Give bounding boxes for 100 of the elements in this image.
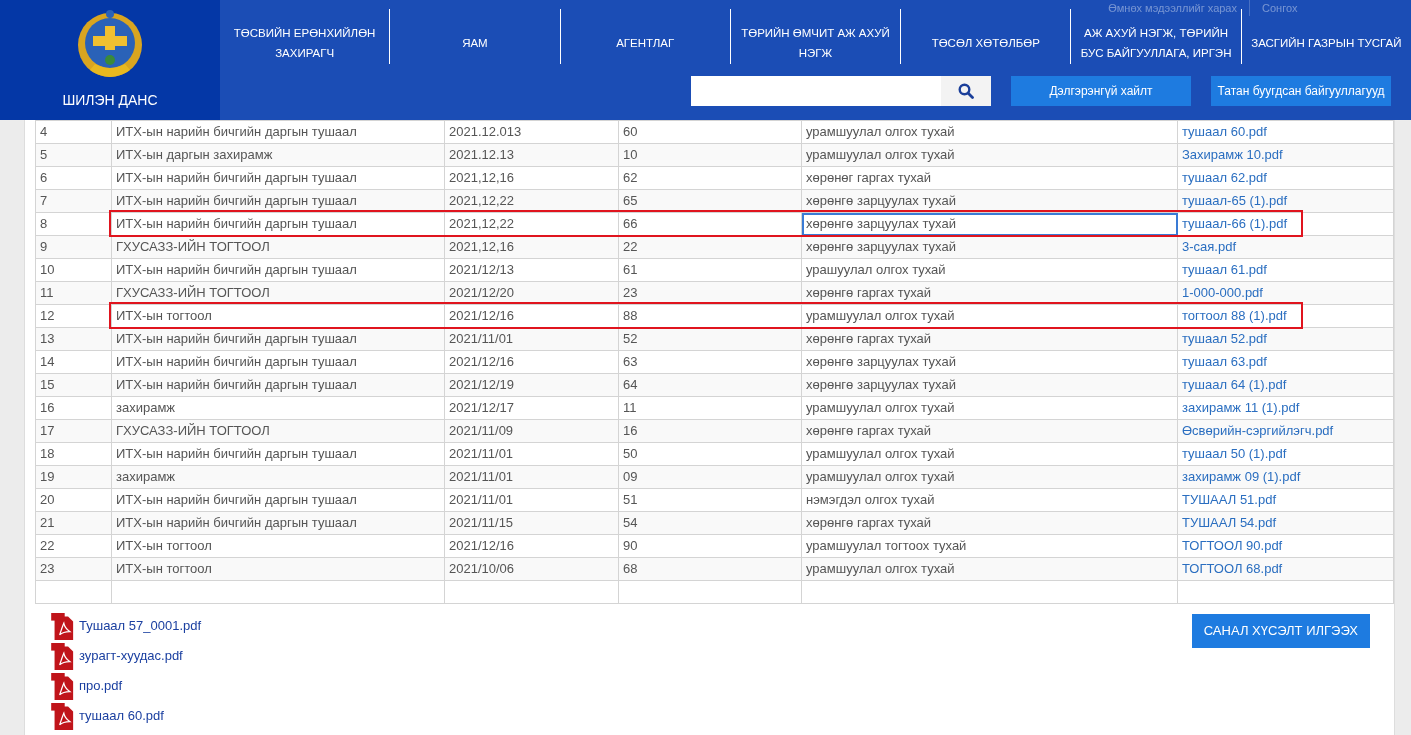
table-cell: нэмэгдэл олгох тухай (801, 488, 1178, 512)
search-field[interactable] (691, 76, 991, 106)
attachment-link[interactable]: тушаал 60.pdf (79, 706, 164, 726)
table-cell: 4 (35, 120, 112, 144)
nav-link[interactable]: АЖ АХУЙ НЭГЖ, ТӨРИЙН БУС БАЙГУУЛЛАГА, ИРГЭН (1071, 23, 1241, 63)
table-cell: ИТХ-ын нарийн бичгийн даргын тушаал (111, 373, 445, 397)
table-cell: хөрөнгө гаргах тухай (801, 511, 1178, 535)
table-cell: 2021.12.013 (444, 120, 619, 144)
pdf-icon (51, 672, 75, 700)
table-cell: 62 (618, 166, 802, 190)
table-cell: ИТХ-ын нарийн бичгийн даргын тушаал (111, 120, 445, 144)
table-cell: 2021/11/09 (444, 419, 619, 443)
nav-link[interactable]: ТӨСӨЛ ХӨТӨЛБӨР (901, 33, 1071, 53)
table-cell: хөрөнгө зарцуулах тухай (801, 189, 1178, 213)
attachment-link[interactable]: Тушаал 57_0001.pdf (79, 616, 202, 636)
search-icon (958, 83, 974, 99)
table-cell: 2021/12/16 (444, 534, 619, 558)
brand-panel[interactable]: ШИЛЭН ДАНС (0, 0, 220, 120)
table-cell: 90 (618, 534, 802, 558)
table-cell: 5 (35, 143, 112, 167)
table-cell: 15 (35, 373, 112, 397)
pdf-icon (51, 642, 75, 670)
table-cell: ИТХ-ын нарийн бичгийн даргын тушаал (111, 189, 445, 213)
table-cell: 63 (618, 350, 802, 374)
table-cell: 2021,12,16 (444, 166, 619, 190)
attachment-link[interactable]: про.pdf (79, 676, 123, 696)
table-cell: 2021/11/01 (444, 465, 619, 489)
table-cell: 11 (35, 281, 112, 305)
table-cell: ИТХ-ын нарийн бичгийн даргын тушаал (111, 258, 445, 282)
table-cell: 2021/10/06 (444, 557, 619, 581)
nav-link[interactable]: ТӨСВИЙН ЕРӨНХИЙЛӨН ЗАХИРАГЧ (220, 23, 390, 63)
table-cell: урамшуулал олгох тухай (801, 396, 1178, 420)
table-cell: ИТХ-ын нарийн бичгийн даргын тушаал (111, 327, 445, 351)
table-cell: 12 (35, 304, 112, 328)
table-cell: урамшуулал олгох тухай (801, 143, 1178, 167)
table-cell: 68 (618, 557, 802, 581)
table-cell: ИТХ-ын нарийн бичгийн даргын тушаал (111, 442, 445, 466)
file-link[interactable]: 3-сая.pdf (1182, 239, 1236, 255)
table-cell: урамшуулал олгох тухай (801, 120, 1178, 144)
table-cell: 2021/12/13 (444, 258, 619, 282)
table-cell: 10 (618, 143, 802, 167)
search-option-button[interactable]: Дэлгэрэнгүй хайлт (1011, 76, 1191, 106)
table-cell: 22 (35, 534, 112, 558)
table-cell: 11 (618, 396, 802, 420)
table-cell: 2021/11/01 (444, 442, 619, 466)
feedback-button[interactable]: САНАЛ ХҮСЭЛТ ИЛГЭЭХ (1191, 614, 1370, 648)
table-cell: 2021/12/20 (444, 281, 619, 305)
table-cell: 2021/12/19 (444, 373, 619, 397)
table-cell: 6 (35, 166, 112, 190)
table-cell: 23 (618, 281, 802, 305)
table-cell: ИТХ-ын нарийн бичгийн даргын тушаал (111, 350, 445, 374)
table-cell: 09 (618, 465, 802, 489)
filter-label: Өмнөх мэдээллийг харах (1108, 1, 1237, 16)
table-cell: 16 (618, 419, 802, 443)
table-cell: захирамж (111, 465, 445, 489)
table-cell: урамшуулал олгох тухай (801, 557, 1178, 581)
table-cell: 50 (618, 442, 802, 466)
table-cell: ИТХ-ын нарийн бичгийн даргын тушаал (111, 488, 445, 512)
table-cell: 2021/11/01 (444, 488, 619, 512)
table-cell: хөрөнгө гаргах тухай (801, 419, 1178, 443)
search-option-button[interactable]: Татан буугдсан байгууллагууд (1211, 76, 1391, 106)
table-cell: 18 (35, 442, 112, 466)
table-cell: хөрөнөг гаргах тухай (801, 166, 1178, 190)
table-cell: урамшуулал олгох тухай (801, 465, 1178, 489)
table-cell: 7 (35, 189, 112, 213)
table-cell: ИТХ-ын тогтоол (111, 534, 445, 558)
table-cell: 2021/12/16 (444, 350, 619, 374)
table-cell: ИТХ-ын тогтоол (111, 557, 445, 581)
table-cell: урашуулал олгох тухай (801, 258, 1178, 282)
table-cell: захирамж (111, 396, 445, 420)
site-title: ШИЛЭН ДАНС (62, 91, 158, 110)
nav-link[interactable]: ТӨРИЙН ӨМЧИТ АЖ АХУЙ НЭГЖ (730, 23, 901, 63)
table-cell: 61 (618, 258, 802, 282)
table-cell: 19 (35, 465, 112, 489)
table-cell: ГХУСАЗЗ-ИЙН ТОГТООЛ (111, 419, 445, 443)
table-cell: 2021,12,22 (444, 189, 619, 213)
table-cell: 2021/11/01 (444, 327, 619, 351)
table-cell: урамшуулал олгох тухай (801, 442, 1178, 466)
table-cell: ГХУСАЗЗ-ИЙН ТОГТООЛ (111, 281, 445, 305)
attachment-link[interactable]: зурагт-хуудас.pdf (79, 646, 183, 666)
nav-link[interactable]: ЗАСГИЙН ГАЗРЫН ТУСГАЙ (1241, 33, 1411, 53)
table-cell: ИТХ-ын нарийн бичгийн даргын тушаал (111, 511, 445, 535)
search-button[interactable] (941, 76, 991, 106)
pdf-icon (51, 612, 75, 640)
table-cell: хөрөнгө зарцуулах тухай (801, 350, 1178, 374)
table-cell: хөрөнгө гаргах тухай (801, 281, 1178, 305)
table-cell: 52 (618, 327, 802, 351)
table-cell: хөрөнгө гаргах тухай (801, 327, 1178, 351)
nav-link[interactable]: ЯАМ (390, 33, 560, 53)
table-cell: хөрөнгө зарцуулах тухай (801, 235, 1178, 259)
table-cell: 51 (618, 488, 802, 512)
table-cell: 2021/11/15 (444, 511, 619, 535)
table-cell: 8 (35, 212, 112, 236)
table-cell: хөрөнгө зарцуулах тухай (801, 373, 1178, 397)
table-cell: 2021,12,16 (444, 235, 619, 259)
table-cell: ИТХ-ын даргын захирамж (111, 143, 445, 167)
table-cell: ГХУСАЗЗ-ИЙН ТОГТООЛ (111, 235, 445, 259)
nav-link[interactable]: АГЕНТЛАГ (560, 33, 730, 53)
table-cell: 14 (35, 350, 112, 374)
table-cell: 64 (618, 373, 802, 397)
